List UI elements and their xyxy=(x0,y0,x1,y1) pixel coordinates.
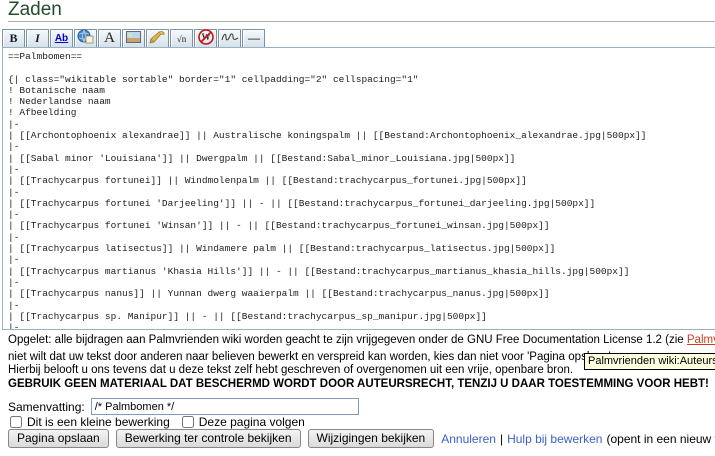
link-tooltip: Palmvrienden wiki:Auteursrechten (de p xyxy=(584,353,715,370)
wikitext-editor[interactable]: ==Palmbomen== {| class="wikitable sortab… xyxy=(2,47,715,330)
headline-button[interactable]: A xyxy=(98,29,121,48)
internal-link-button[interactable]: Ab xyxy=(50,29,73,48)
math-icon: √n xyxy=(177,34,186,44)
trumpet-icon xyxy=(149,30,166,48)
horizontal-rule-icon: — xyxy=(248,31,259,46)
summary-row: Samenvatting: xyxy=(8,398,359,415)
minor-edit-checkbox[interactable] xyxy=(10,416,22,428)
wiki-edit-page: Zaden B I Ab A xyxy=(0,0,715,456)
action-buttons-row: Pagina opslaan Bewerking ter controle be… xyxy=(8,429,715,448)
save-page-button[interactable]: Pagina opslaan xyxy=(8,429,109,448)
italic-icon: I xyxy=(35,31,40,46)
copyright-warning: GEBRUIK GEEN MATERIAAL DAT BESCHERMD WOR… xyxy=(8,378,715,391)
page-title-wrap: Zaden xyxy=(8,0,715,22)
copyright-line-1: Opgelet: alle bijdragen aan Palmvrienden… xyxy=(8,334,715,347)
headline-icon: A xyxy=(104,30,115,47)
cancel-link[interactable]: Annuleren xyxy=(441,432,496,446)
media-file-button[interactable] xyxy=(146,29,169,48)
show-changes-button[interactable]: Wijzigingen bekijken xyxy=(308,429,435,448)
bold-button[interactable]: B xyxy=(2,29,25,48)
link-separator: | xyxy=(500,432,503,446)
signature-button[interactable] xyxy=(218,29,241,48)
globe-icon xyxy=(77,29,94,48)
signature-icon xyxy=(221,31,239,47)
nowiki-crossed-w-icon: W xyxy=(198,29,214,49)
bold-icon: B xyxy=(9,31,17,46)
copyright-line-1-text: Opgelet: alle bijdragen aan Palmvrienden… xyxy=(8,334,687,346)
internal-link-icon: Ab xyxy=(55,33,68,44)
italic-button[interactable]: I xyxy=(26,29,49,48)
horizontal-rule-button[interactable]: — xyxy=(242,29,265,48)
editing-help-link[interactable]: Hulp bij bewerken xyxy=(507,432,602,446)
auteursrechten-link[interactable]: Palmvrienden wiki:Auteursrechten xyxy=(687,334,715,346)
help-link-suffix: (opent in een nieuw venster) xyxy=(606,432,715,446)
page-title: Zaden xyxy=(8,0,715,20)
nowiki-button[interactable]: W xyxy=(194,29,217,48)
minor-edit-label: Dit is een kleine bewerking xyxy=(27,415,170,429)
external-link-button[interactable] xyxy=(74,29,97,48)
edit-options-row: Dit is een kleine bewerking Deze pagina … xyxy=(8,415,315,429)
summary-input[interactable] xyxy=(91,398,359,415)
embed-image-button[interactable] xyxy=(122,29,145,48)
watch-page-checkbox[interactable] xyxy=(182,416,194,428)
math-formula-button[interactable]: √n xyxy=(170,29,193,48)
watch-page-label: Deze pagina volgen xyxy=(199,415,305,429)
edit-toolbar: B I Ab A xyxy=(2,29,266,48)
preview-button[interactable]: Bewerking ter controle bekijken xyxy=(116,429,301,448)
image-icon xyxy=(126,31,141,47)
summary-label: Samenvatting: xyxy=(8,400,85,414)
